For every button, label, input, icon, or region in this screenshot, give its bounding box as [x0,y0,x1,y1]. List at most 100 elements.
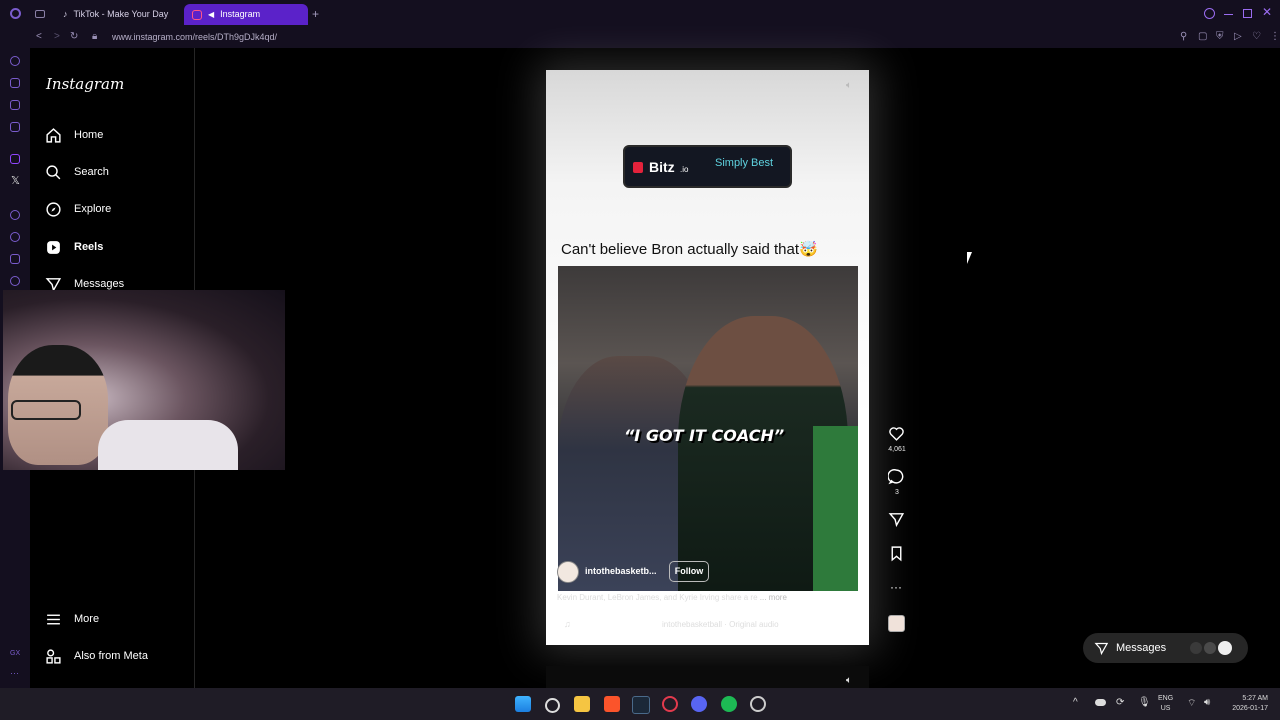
tab-instagram[interactable]: ◀ Instagram [184,4,308,25]
author-username[interactable]: intothebasketb... [585,566,657,576]
tray-chevron-icon[interactable]: ^ [1073,697,1078,708]
sidebar-item-label: Also from Meta [74,650,148,662]
snapshot-icon[interactable]: ▢ [1198,31,1207,42]
contact-avatar [1204,642,1217,654]
bitz-logo-icon [633,162,643,173]
steam-icon[interactable] [632,696,650,714]
mic-icon[interactable]: 🎙︎ [1138,697,1151,708]
region-code: US [1160,705,1171,712]
sidebar-item-label: Search [74,166,109,178]
ad-brand: Bitz [649,159,675,175]
reel-description: Kevin Durant, LeBron James, and Kyrie Ir… [557,593,787,602]
address-bar-row: < > ↻ 🔒︎ www.instagram.com/reels/DTh9gDJ… [30,28,1280,48]
sync-icon[interactable]: ⟳ [1116,697,1124,708]
audio-thumbnail[interactable] [888,615,905,632]
brave-icon[interactable] [604,696,620,712]
like-count: 4,061 [888,446,906,453]
webcam-overlay [3,290,285,470]
reel-headline: Can't believe Bron actually said that🤯 [561,241,818,258]
like-icon[interactable] [888,425,905,442]
player-icon[interactable] [10,210,20,220]
video-frame[interactable]: “I GOT IT COACH” [558,266,858,591]
discord-icon[interactable] [691,696,707,712]
workspaces-icon[interactable] [35,10,45,18]
history-icon[interactable] [10,56,20,66]
menu-icon[interactable]: ⋮ [1270,31,1280,42]
chat-icon[interactable] [10,100,20,110]
reels-icon [47,240,60,254]
twitch-icon[interactable] [10,154,20,164]
sidebar-item-label: Reels [74,241,104,253]
compass-icon [46,201,61,217]
sidebar-item-search[interactable]: Search [45,161,109,183]
comment-count: 3 [895,489,899,496]
contact-avatar [1190,642,1203,654]
shield-icon[interactable]: ⛨ [1216,31,1224,42]
next-reel-mute-icon[interactable]: 🔈︎ [846,675,852,686]
mute-icon[interactable]: 🔈︎ [846,80,852,91]
restore-button[interactable] [1243,9,1252,18]
cube-icon[interactable] [10,254,20,264]
spotify-icon[interactable] [721,696,737,712]
minimize-button[interactable] [1224,14,1233,15]
comment-icon[interactable] [888,468,905,485]
save-icon[interactable] [888,545,905,562]
share-icon[interactable] [888,511,905,528]
follow-button[interactable]: Follow [669,561,709,582]
taskbar-search-icon[interactable] [545,698,560,713]
sidebar-item-home[interactable]: Home [45,124,103,146]
music-icon: ♫ [564,619,571,629]
messenger-icon[interactable] [10,122,20,132]
sidebar-also-from-meta[interactable]: Also from Meta [45,645,148,667]
extensions-icon[interactable] [10,78,20,88]
search-icon[interactable] [1204,8,1215,19]
play-icon[interactable]: ▷ [1234,31,1242,42]
clock-icon[interactable] [10,232,20,242]
opera-gx-icon[interactable] [662,696,678,712]
sidebar-item-explore[interactable]: Explore [45,198,111,220]
settings-icon[interactable] [10,276,20,286]
reload-icon[interactable]: ↻ [70,31,78,42]
ad-tagline: Simply Best [715,157,774,169]
new-tab-button[interactable]: + [312,7,319,21]
clock[interactable]: 5:27 AM 2026-01-17 [1226,694,1268,714]
file-explorer-icon[interactable] [574,696,590,712]
back-icon[interactable]: < [36,31,42,42]
contact-avatar [1218,641,1233,655]
settings-gear-icon[interactable] [750,696,766,712]
wifi-icon[interactable]: ⌔ [1187,697,1196,710]
x-icon[interactable]: 𝕏 [11,174,20,187]
sidebar-item-label: More [74,613,100,625]
instagram-logo[interactable]: Instagram [46,75,124,93]
browser-logo-icon[interactable] [10,8,21,19]
ad-banner[interactable]: Bitz .io Simply Best [623,145,792,188]
mouse-cursor-icon [967,252,972,264]
next-reel[interactable] [546,666,869,688]
instagram-icon [192,9,202,20]
more-options-icon[interactable]: ··· [890,580,902,594]
volume-icon[interactable]: 🔊︎ [1204,697,1210,708]
messages-pill[interactable]: Messages [1083,633,1248,663]
browser-tab-strip: ♪ TikTok - Make Your Day ◀ Instagram + ✕ [0,0,1280,28]
more-link[interactable]: ... more [760,593,787,602]
heart-icon[interactable]: ♡ [1252,31,1261,42]
windows-start-icon[interactable] [515,696,531,712]
url-field[interactable]: www.instagram.com/reels/DTh9gDJk4qd/ [112,32,277,42]
sidebar-item-reels[interactable]: Reels [45,236,103,258]
language-indicator[interactable]: ENG US [1158,694,1173,714]
video-caption: “I GOT IT COACH” [624,426,785,445]
forward-icon[interactable]: > [54,31,60,42]
author-avatar[interactable] [557,561,579,583]
speaker-icon: ◀ [208,10,215,19]
gx-icon[interactable]: GX [10,650,20,657]
messages-label: Messages [1116,642,1167,654]
tab-tiktok[interactable]: ♪ TikTok - Make Your Day [55,4,180,25]
onedrive-icon[interactable] [1095,699,1106,706]
sidebar-item-label: Home [74,129,104,141]
close-button[interactable]: ✕ [1262,5,1272,19]
sidebar-item-label: Messages [74,278,125,290]
sidebar-more[interactable]: More [45,608,99,630]
pin-icon[interactable]: ⚲ [1180,31,1187,42]
audio-label[interactable]: intothebasketball · Original audio [662,620,779,629]
more-dots-icon[interactable]: ··· [10,668,19,678]
